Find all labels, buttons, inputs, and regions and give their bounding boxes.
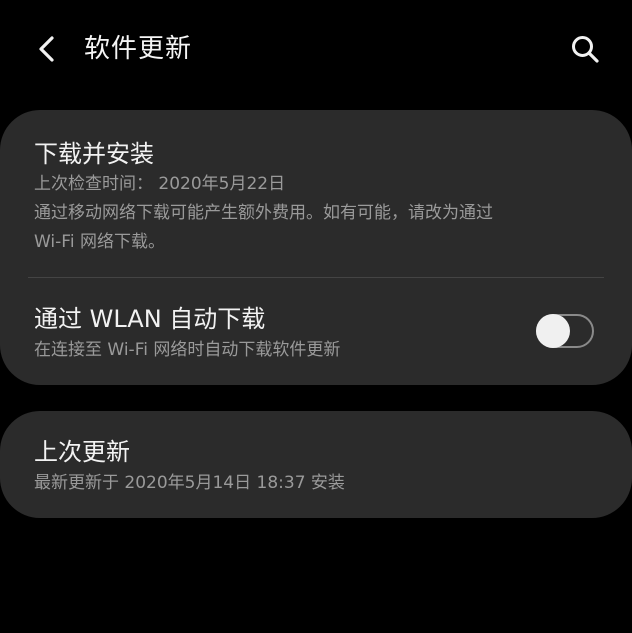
mobile-data-note-line-2: Wi-Fi 网络下载。	[34, 232, 165, 252]
mobile-data-note-line-1: 通过移动网络下载可能产生额外费用。如有可能，请改为通过	[34, 203, 493, 223]
app-header: 软件更新	[0, 0, 632, 98]
toggle-knob	[536, 314, 570, 348]
page-title: 软件更新	[84, 34, 193, 64]
search-icon	[572, 36, 599, 63]
last-update-card: 上次更新 最新更新于 2020年5月14日 18:37 安装	[0, 411, 632, 518]
back-button[interactable]	[26, 28, 66, 70]
last-update-title: 上次更新	[34, 438, 130, 466]
auto-download-wlan-title: 通过 WLAN 自动下载	[34, 305, 266, 333]
last-update-description: 最新更新于 2020年5月14日 18:37 安装	[34, 473, 345, 493]
last-update-item[interactable]: 上次更新 最新更新于 2020年5月14日 18:37 安装	[0, 411, 632, 518]
download-and-install-item[interactable]: 下载并安装 上次检查时间： 2020年5月22日 通过移动网络下载可能产生额外费…	[0, 110, 632, 276]
last-checked-text: 上次检查时间： 2020年5月22日	[34, 174, 286, 194]
back-arrow-icon	[39, 36, 54, 62]
auto-download-toggle[interactable]	[536, 314, 594, 348]
download-and-install-title: 下载并安装	[34, 140, 154, 168]
search-button[interactable]	[564, 28, 606, 70]
auto-download-wlan-description: 在连接至 Wi-Fi 网络时自动下载软件更新	[34, 340, 341, 360]
